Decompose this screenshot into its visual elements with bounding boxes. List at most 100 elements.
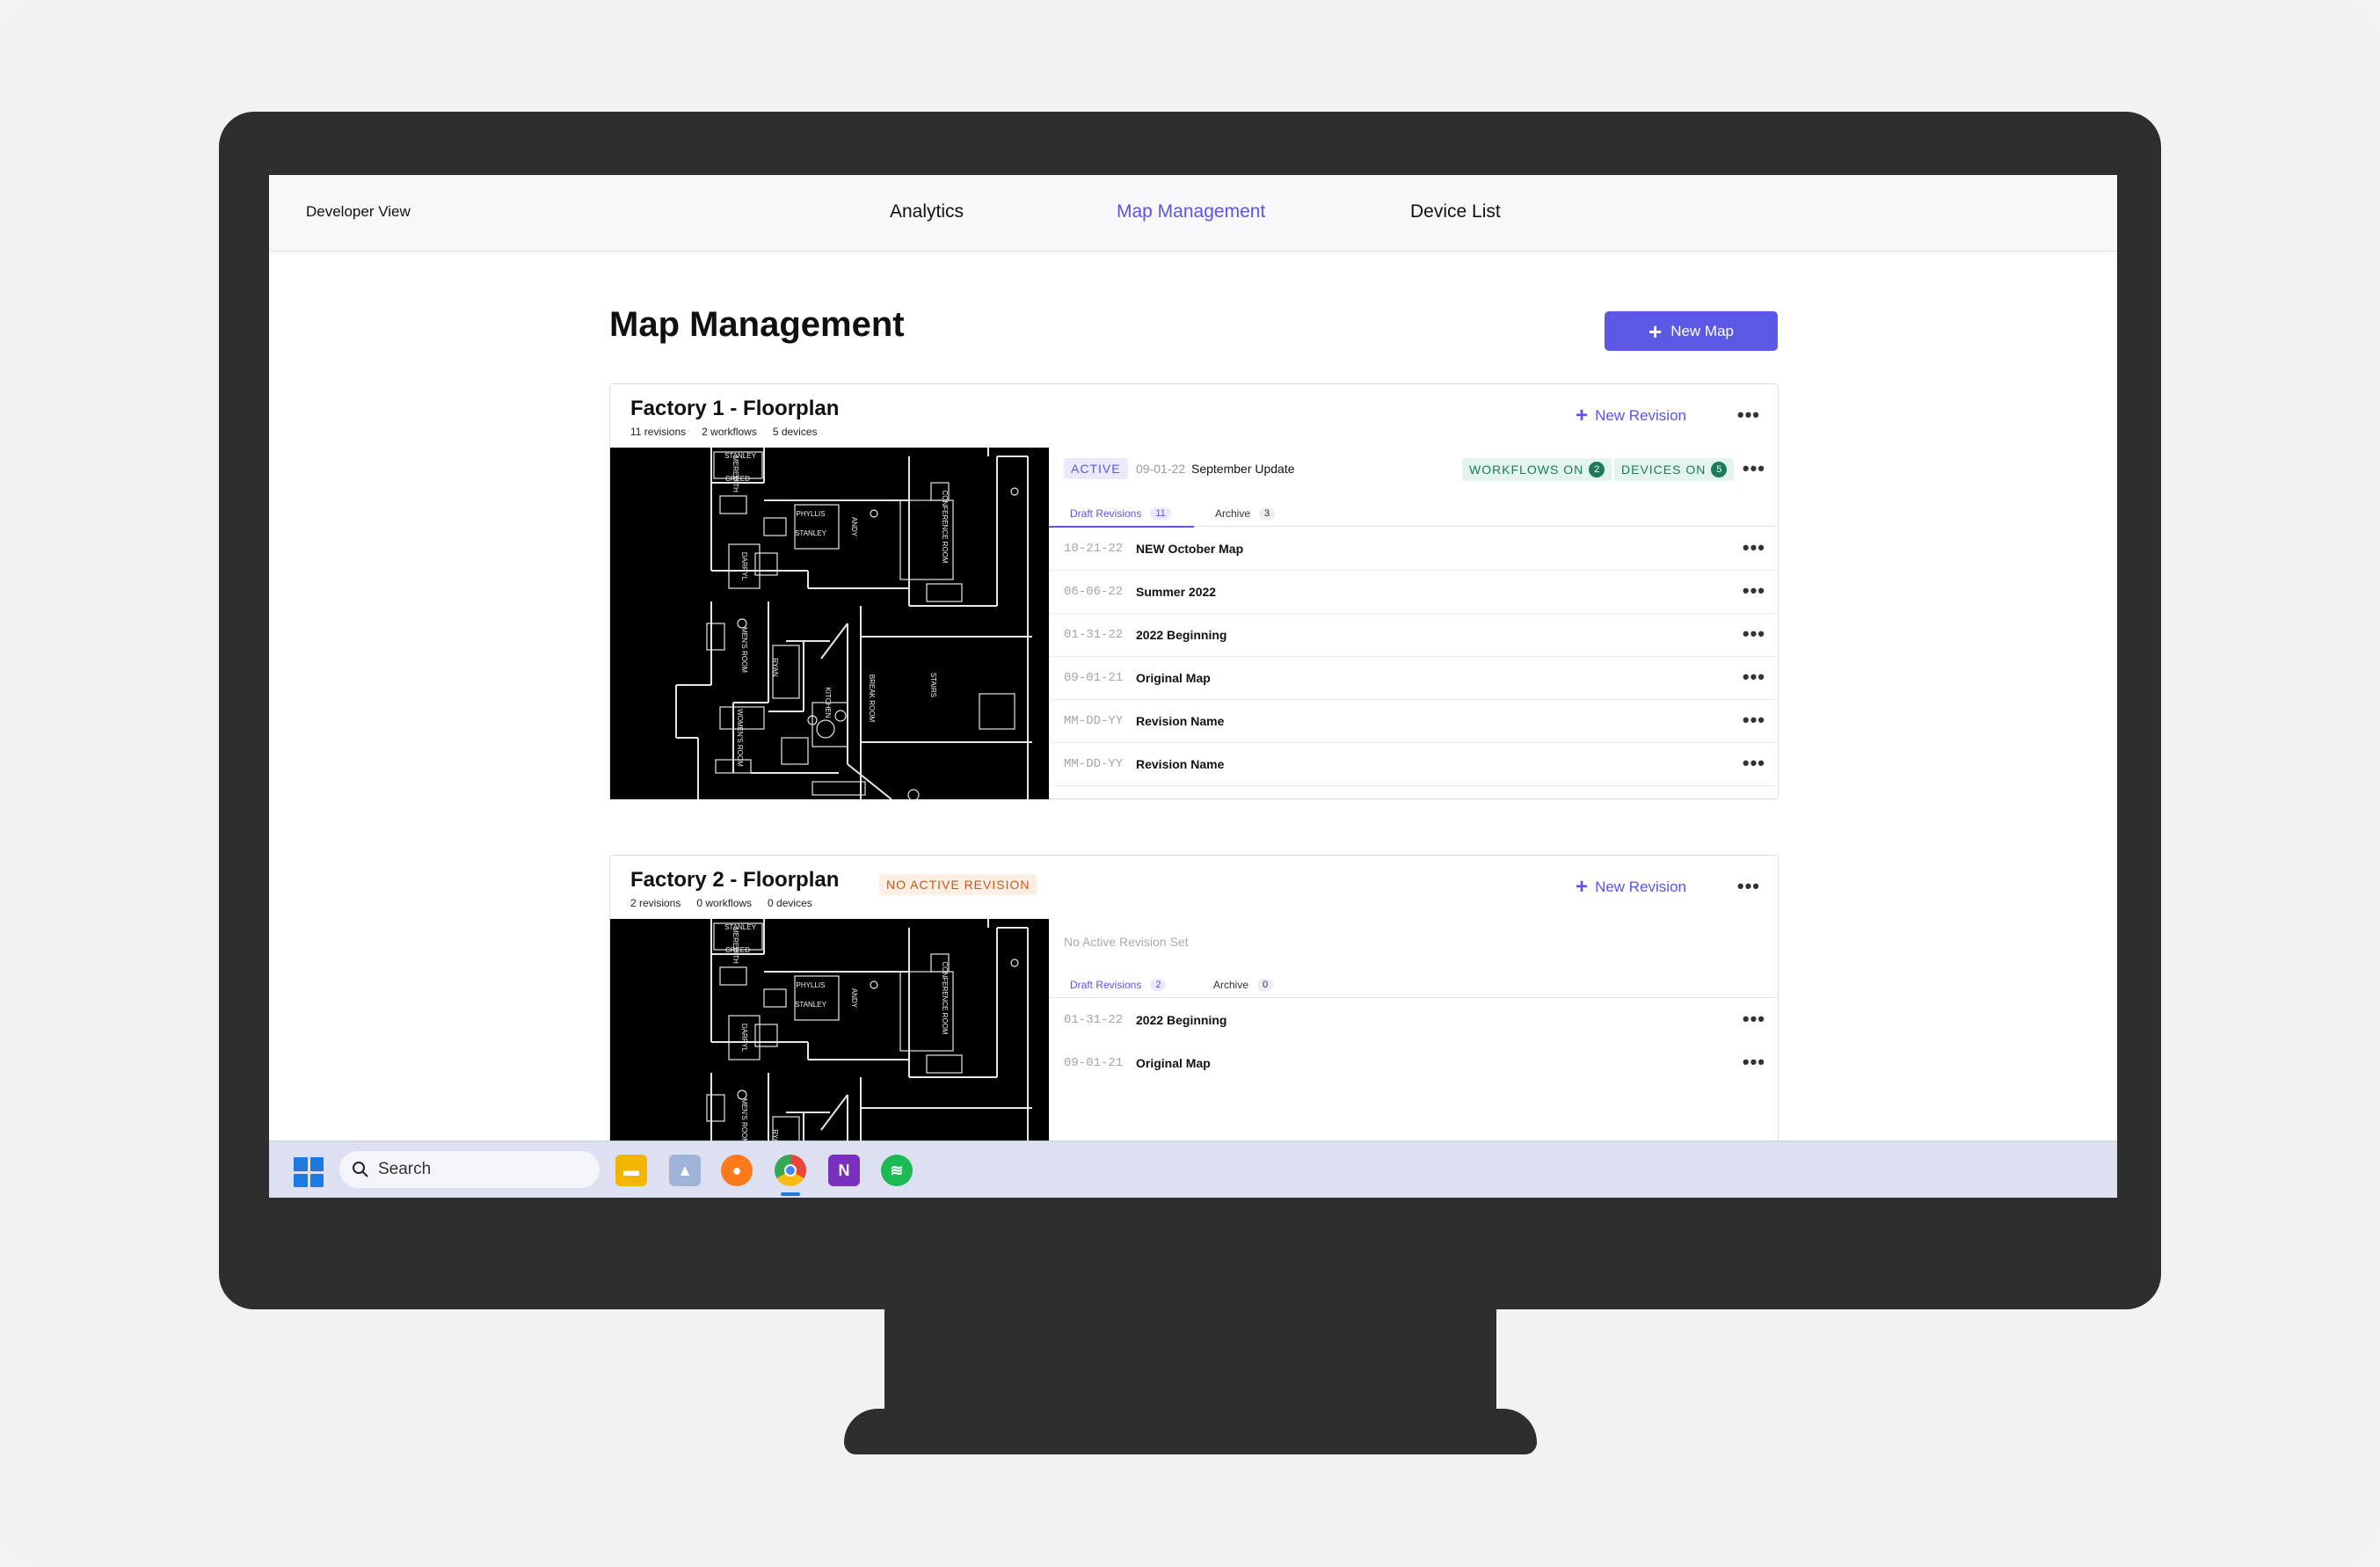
active-revision-options-icon[interactable]: ••• xyxy=(1743,459,1765,478)
revision-row[interactable]: 09-01-21 Original Map ••• xyxy=(1049,1042,1778,1085)
revisions-count: 2 revisions xyxy=(630,897,681,909)
revision-date: 10-21-22 xyxy=(1064,542,1124,556)
tab-archive-label: Archive xyxy=(1215,507,1251,520)
developer-view-link[interactable]: Developer View xyxy=(306,203,411,221)
tab-draft-revisions[interactable]: Draft Revisions 2 xyxy=(1070,979,1167,991)
new-revision-label: New Revision xyxy=(1595,407,1686,424)
revision-date: 01-31-22 xyxy=(1064,628,1124,642)
photos-icon[interactable]: ▲ xyxy=(669,1155,701,1186)
revision-row[interactable]: 10-21-22 NEW October Map ••• xyxy=(1049,528,1778,571)
workflows-count: 2 workflows xyxy=(702,426,757,438)
tab-archive-count: 0 xyxy=(1257,979,1274,991)
tab-archive[interactable]: Archive 0 xyxy=(1213,979,1274,991)
tab-draft-revisions[interactable]: Draft Revisions 11 xyxy=(1070,507,1171,520)
revision-row[interactable]: 01-31-22 2022 Beginning ••• xyxy=(1049,614,1778,657)
revision-date: 06-06-22 xyxy=(1064,585,1124,599)
revision-options-icon[interactable]: ••• xyxy=(1743,538,1765,558)
tab-draft-label: Draft Revisions xyxy=(1070,507,1142,520)
chrome-icon[interactable] xyxy=(775,1155,806,1186)
floorplan-room-label: STANLEY xyxy=(724,452,757,460)
chrome-active-indicator xyxy=(781,1192,800,1196)
firefox-icon[interactable]: ● xyxy=(721,1155,753,1186)
revision-date: 09-01-21 xyxy=(1064,1056,1124,1070)
revision-options-icon[interactable]: ••• xyxy=(1743,711,1765,730)
windows-start-icon[interactable] xyxy=(294,1157,324,1187)
spotify-icon[interactable]: ≋ xyxy=(881,1155,913,1186)
tab-archive-label: Archive xyxy=(1213,979,1249,991)
floorplan-room-label: MEN'S ROOM xyxy=(740,627,748,673)
revision-options-icon[interactable]: ••• xyxy=(1743,624,1765,644)
floorplan-furniture xyxy=(719,966,747,986)
floorplan-room-label: STAIRS xyxy=(929,673,937,697)
revision-row[interactable]: 09-01-21 Original Map ••• xyxy=(1049,657,1778,700)
search-placeholder: Search xyxy=(378,1160,432,1178)
floorplan-image[interactable]: STANLEY MEREDITH CREED CONFERENCE ROOM PHYLL… xyxy=(610,448,1049,799)
file-explorer-icon[interactable]: ▬ xyxy=(615,1155,647,1186)
revision-row[interactable]: MM-DD-YY Revision Name ••• xyxy=(1049,743,1778,786)
revision-date: 01-31-22 xyxy=(1064,1013,1124,1027)
new-revision-button[interactable]: + New Revision xyxy=(1576,877,1686,898)
workflows-on-badge[interactable]: WORKFLOWS ON 2 xyxy=(1462,458,1612,481)
floorplan-room-label: ANDY xyxy=(850,988,858,1009)
active-revision-row: No Active Revision Set xyxy=(1049,919,1778,963)
nav-device-list[interactable]: Device List xyxy=(1410,201,1501,222)
devices-count: 5 devices xyxy=(772,426,818,438)
screen: Developer View Analytics Map Management … xyxy=(269,175,2117,1198)
revision-name: Summer 2022 xyxy=(1136,585,1217,599)
revision-options-icon[interactable]: ••• xyxy=(1743,667,1765,687)
map-options-icon[interactable]: ••• xyxy=(1737,405,1760,425)
no-active-revision-text: No Active Revision Set xyxy=(1064,935,1189,949)
revision-options-icon[interactable]: ••• xyxy=(1743,1053,1765,1072)
revision-date: MM-DD-YY xyxy=(1064,714,1124,728)
floorplan-fixture xyxy=(834,710,847,722)
revision-list: 10-21-22 NEW October Map ••• 06-06-22 Su… xyxy=(1049,528,1778,786)
floorplan-furniture xyxy=(763,517,787,536)
map-card-factory-1: Factory 1 - Floorplan 11 revisions 2 wor… xyxy=(609,383,1779,799)
floorplan-fixture xyxy=(1010,487,1019,496)
floorplan-room-label: DARRYL xyxy=(740,552,748,581)
tab-draft-label: Draft Revisions xyxy=(1070,979,1142,991)
top-navigation: Developer View Analytics Map Management … xyxy=(269,175,2117,251)
floorplan-fixture xyxy=(907,789,920,799)
map-title[interactable]: Factory 2 - Floorplan xyxy=(630,868,839,893)
revision-row[interactable]: 01-31-22 2022 Beginning ••• xyxy=(1049,999,1778,1042)
revision-row[interactable]: 06-06-22 Summer 2022 ••• xyxy=(1049,571,1778,614)
active-name: September Update xyxy=(1191,462,1295,476)
floorplan-furniture xyxy=(754,1024,778,1047)
onenote-icon[interactable]: N xyxy=(828,1155,860,1186)
tab-draft-count: 2 xyxy=(1150,979,1167,991)
page-title: Map Management xyxy=(609,305,905,344)
new-map-button[interactable]: + New Map xyxy=(1605,311,1778,351)
revision-name: Original Map xyxy=(1136,1056,1211,1070)
floorplan-room-label: CREED xyxy=(725,475,750,483)
revision-row[interactable]: MM-DD-YY Revision Name ••• xyxy=(1049,700,1778,743)
taskbar-search[interactable]: Search xyxy=(339,1151,600,1188)
active-date: 09-01-22 xyxy=(1136,462,1186,476)
map-title[interactable]: Factory 1 - Floorplan xyxy=(630,397,839,421)
revision-options-icon[interactable]: ••• xyxy=(1743,754,1765,773)
floorplan-drawing: STANLEYMEREDITHCREEDCONFERENCE ROOMPHYLL… xyxy=(675,448,1032,799)
floorplan-furniture xyxy=(781,737,809,765)
floorplan-room-label: STANLEY xyxy=(724,923,757,931)
map-options-icon[interactable]: ••• xyxy=(1737,877,1760,896)
revision-name: Original Map xyxy=(1136,671,1211,685)
taskbar: Search ▬ ▲ ● N ≋ xyxy=(269,1141,2117,1198)
map-card-header: Factory 2 - Floorplan NO ACTIVE REVISION… xyxy=(610,856,1778,919)
revision-name: 2022 Beginning xyxy=(1136,1013,1227,1027)
revision-name: 2022 Beginning xyxy=(1136,628,1227,642)
revisions-count: 11 revisions xyxy=(630,426,687,438)
map-meta: 11 revisions 2 workflows 5 devices xyxy=(630,426,818,438)
nav-map-management[interactable]: Map Management xyxy=(1117,201,1265,222)
revision-name: NEW October Map xyxy=(1136,542,1244,556)
new-revision-button[interactable]: + New Revision xyxy=(1576,405,1686,426)
active-revision-row[interactable]: ACTIVE 09-01-22 September Update WORKFLO… xyxy=(1049,448,1778,492)
devices-on-label: DEVICES ON xyxy=(1621,463,1707,477)
devices-on-badge[interactable]: DEVICES ON 5 xyxy=(1614,458,1735,481)
revision-options-icon[interactable]: ••• xyxy=(1743,581,1765,601)
revision-date: MM-DD-YY xyxy=(1064,757,1124,771)
nav-analytics[interactable]: Analytics xyxy=(890,201,964,222)
floorplan-furniture xyxy=(926,583,963,602)
revision-options-icon[interactable]: ••• xyxy=(1743,1009,1765,1029)
revision-date: 09-01-21 xyxy=(1064,671,1124,685)
tab-archive[interactable]: Archive 3 xyxy=(1215,507,1276,520)
